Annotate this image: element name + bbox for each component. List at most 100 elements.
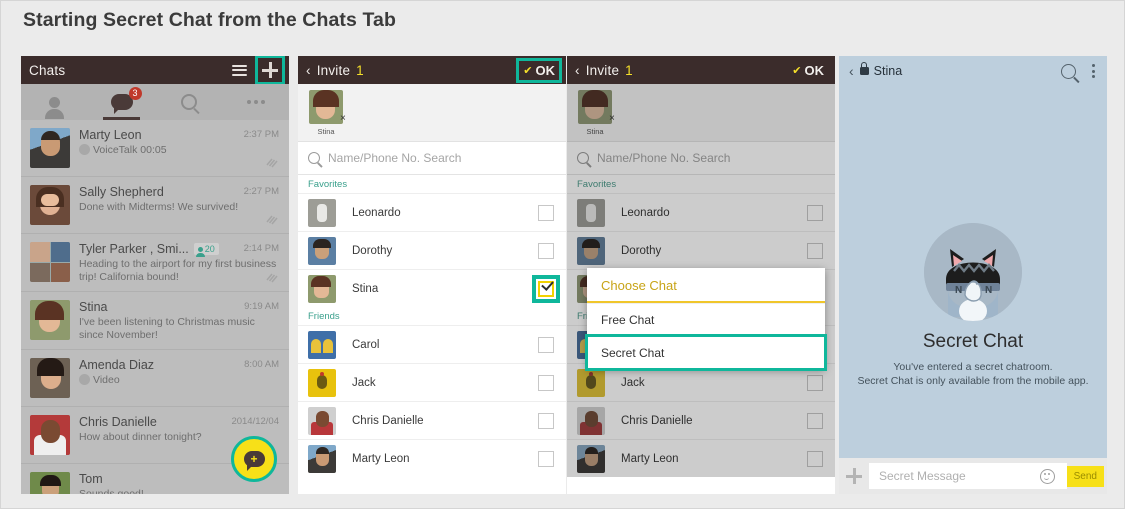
chat-name: Tyler Parker , Smi... — [79, 242, 189, 256]
contact-checkbox[interactable] — [538, 204, 554, 221]
search-input[interactable]: Name/Phone No. Search — [298, 142, 566, 175]
avatar — [30, 415, 70, 455]
contact-checkbox[interactable] — [807, 412, 823, 429]
contact-checkbox[interactable] — [807, 242, 823, 259]
table-row[interactable]: Sally Shepherd Done with Midterms! We su… — [21, 177, 289, 234]
panel2-appbar: ‹ Invite 1 ✔ OK — [298, 56, 566, 84]
back-button[interactable]: ‹ — [306, 63, 311, 78]
plus-icon[interactable] — [839, 467, 869, 485]
search-icon — [577, 152, 589, 164]
chat-time: 2:37 PM — [243, 129, 279, 140]
chat-preview: I've been listening to Christmas music s… — [79, 316, 255, 341]
chat-name: Tom — [79, 472, 103, 486]
tab-chats[interactable]: 3 — [88, 84, 155, 120]
list-item[interactable]: Leonardo — [567, 193, 835, 231]
avatar — [577, 406, 605, 435]
tab-search[interactable] — [155, 84, 222, 120]
more-vertical-icon[interactable] — [1092, 64, 1095, 78]
contact-checkbox[interactable] — [532, 274, 560, 303]
list-item[interactable]: Stina — [298, 269, 566, 307]
avatar — [577, 444, 605, 473]
invite-count: 1 — [356, 62, 364, 78]
chat-bubble-icon: 3 — [110, 87, 142, 114]
selected-chips: × Stina — [567, 84, 835, 142]
list-item[interactable]: Carol — [298, 325, 566, 363]
table-row[interactable]: Tyler Parker , Smi... 20 Heading to the … — [21, 234, 289, 292]
chat-preview: Sounds good! — [79, 488, 144, 494]
chat-list[interactable]: Marty Leon VoiceTalk 00:05 2:37 PM Sally… — [21, 120, 289, 494]
chip-label: Stina — [586, 127, 604, 136]
section-header-favorites: Favorites — [567, 175, 835, 193]
search-input[interactable]: Name/Phone No. Search — [567, 142, 835, 175]
more-dots-icon — [246, 100, 265, 104]
phone-panel-invite: ‹ Invite 1 ✔ OK × Stina Name/Phone No. S… — [298, 56, 566, 494]
panel3-title: Invite — [585, 62, 620, 78]
plus-icon[interactable] — [255, 56, 285, 85]
menu-item-secret-chat[interactable]: Secret Chat — [585, 334, 827, 371]
avatar — [30, 300, 70, 340]
selected-chip[interactable]: × Stina — [306, 90, 346, 136]
contact-checkbox[interactable] — [538, 336, 554, 353]
list-item[interactable]: Dorothy — [298, 231, 566, 269]
list-item[interactable]: Marty Leon — [567, 439, 835, 477]
contact-checkbox[interactable] — [807, 450, 823, 467]
list-item[interactable]: Chris Danielle — [298, 401, 566, 439]
search-placeholder: Name/Phone No. Search — [328, 151, 462, 165]
contact-checkbox[interactable] — [807, 204, 823, 221]
table-row[interactable]: Marty Leon VoiceTalk 00:05 2:37 PM — [21, 120, 289, 177]
back-button[interactable]: ‹ — [849, 63, 854, 79]
back-button[interactable]: ‹ — [575, 63, 580, 78]
avatar — [309, 90, 343, 124]
contact-name: Jack — [352, 376, 376, 389]
list-item[interactable]: Chris Danielle — [567, 401, 835, 439]
ok-label: OK — [535, 62, 556, 78]
chat-time: 8:00 AM — [244, 359, 279, 370]
contact-checkbox[interactable] — [538, 242, 554, 259]
panel2-title: Invite — [316, 62, 351, 78]
table-row[interactable]: Stina I've been listening to Christmas m… — [21, 292, 289, 350]
hamburger-icon[interactable] — [232, 64, 247, 76]
ok-button[interactable]: ✔ OK — [789, 62, 827, 79]
chat-time: 2:27 PM — [243, 186, 279, 197]
remove-chip-icon[interactable]: × — [609, 114, 615, 124]
smiley-icon[interactable] — [1039, 468, 1055, 484]
chat-preview: VoiceTalk 00:05 — [93, 144, 167, 156]
panel4-appbar: ‹ Stina — [839, 56, 1107, 86]
call-icon — [79, 144, 90, 155]
chats-unread-badge: 3 — [128, 87, 142, 100]
chat-time: 9:19 AM — [244, 301, 279, 312]
table-row[interactable]: Amenda Diaz Video 8:00 AM — [21, 350, 289, 407]
contact-checkbox[interactable] — [807, 374, 823, 391]
list-item[interactable]: Leonardo — [298, 193, 566, 231]
selected-chip[interactable]: × Stina — [575, 90, 615, 136]
avatar — [308, 330, 336, 359]
search-icon[interactable] — [1061, 63, 1080, 83]
contact-name: Marty Leon — [621, 452, 679, 465]
chat-preview: Video — [93, 374, 120, 386]
contact-checkbox[interactable] — [538, 412, 554, 429]
svg-text:N: N — [985, 285, 992, 296]
list-item[interactable]: Jack — [298, 363, 566, 401]
secret-message-input[interactable]: Secret Message — [869, 463, 1067, 489]
empty-state-line2: Secret Chat is only available from the m… — [857, 375, 1089, 387]
choose-chat-dialog: Choose Chat Free Chat Secret Chat — [585, 268, 827, 371]
message-composer: Secret Message Send — [839, 458, 1107, 494]
ok-button[interactable]: ✔ OK — [516, 57, 562, 83]
list-item[interactable]: Marty Leon — [298, 439, 566, 477]
phone-panel-chats: Chats 3 Marty Leon VoiceTalk 00:05 2:37 … — [21, 56, 289, 494]
composer-placeholder: Secret Message — [879, 469, 966, 483]
tab-more[interactable] — [222, 84, 289, 120]
list-item[interactable]: Dorothy — [567, 231, 835, 269]
menu-item-free-chat[interactable]: Free Chat — [587, 303, 825, 336]
chat-name: Sally Shepherd — [79, 185, 164, 199]
contact-checkbox[interactable] — [538, 374, 554, 391]
remove-chip-icon[interactable]: × — [340, 114, 346, 124]
contact-checkbox[interactable] — [538, 450, 554, 467]
chat-time: 2:14 PM — [243, 243, 279, 254]
send-button[interactable]: Send — [1066, 465, 1104, 487]
tab-friends[interactable] — [21, 84, 88, 120]
phone-panel-choose-chat: ‹ Invite 1 ✔ OK × Stina Name/Phone No. S… — [567, 56, 835, 494]
new-chat-fab[interactable]: + — [231, 436, 277, 482]
phone-panel-secret-chat: ‹ Stina N N Secret Chat You've entered a… — [839, 56, 1107, 494]
empty-state-description: You've entered a secret chatroom. Secret… — [839, 360, 1107, 388]
